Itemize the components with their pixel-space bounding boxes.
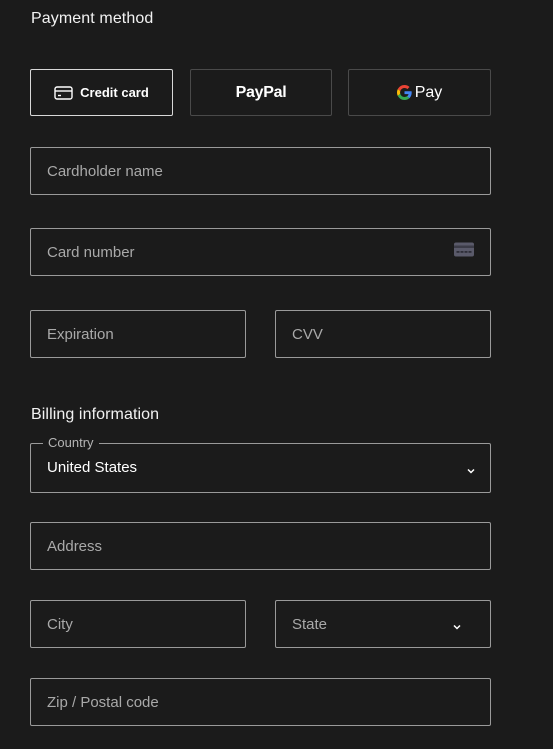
zip-postal-code-placeholder: Zip / Postal code	[47, 693, 159, 711]
card-type-icon	[454, 242, 474, 262]
country-select[interactable]: Country United States	[30, 436, 491, 493]
paypal-button[interactable]: PayPal	[190, 69, 332, 116]
credit-card-icon	[54, 85, 73, 100]
cardholder-name-placeholder: Cardholder name	[47, 162, 163, 180]
state-select[interactable]: State	[275, 600, 491, 648]
expiration-field[interactable]: Expiration	[30, 310, 246, 358]
billing-information-heading: Billing information	[31, 406, 160, 423]
state-placeholder: State	[292, 615, 328, 633]
country-label: Country	[43, 436, 99, 450]
credit-card-label: Credit card	[80, 85, 149, 100]
country-value: United States	[47, 459, 138, 476]
expiration-placeholder: Expiration	[47, 325, 114, 343]
chevron-down-icon	[452, 619, 462, 630]
city-placeholder: City	[47, 615, 73, 633]
address-placeholder: Address	[47, 537, 103, 555]
google-g-icon	[396, 85, 412, 100]
google-pay-label: Pay	[414, 83, 443, 101]
cvv-field[interactable]: CVV	[275, 310, 491, 358]
zip-postal-code-field[interactable]: Zip / Postal code	[30, 678, 491, 726]
card-number-field[interactable]: Card number	[30, 228, 491, 276]
cardholder-name-field[interactable]: Cardholder name	[30, 147, 491, 195]
payment-method-heading: Payment method	[31, 10, 154, 27]
cvv-placeholder: CVV	[292, 325, 323, 343]
card-number-placeholder: Card number	[47, 243, 135, 261]
paypal-logo: PayPal	[235, 83, 287, 101]
address-field[interactable]: Address	[30, 522, 491, 570]
credit-card-button[interactable]: Credit card	[30, 69, 173, 116]
google-pay-button[interactable]: Pay	[348, 69, 491, 116]
city-field[interactable]: City	[30, 600, 246, 648]
checkout-form: Payment method Credit card PayPal Pay Ca…	[0, 0, 553, 749]
chevron-down-icon	[466, 463, 476, 474]
